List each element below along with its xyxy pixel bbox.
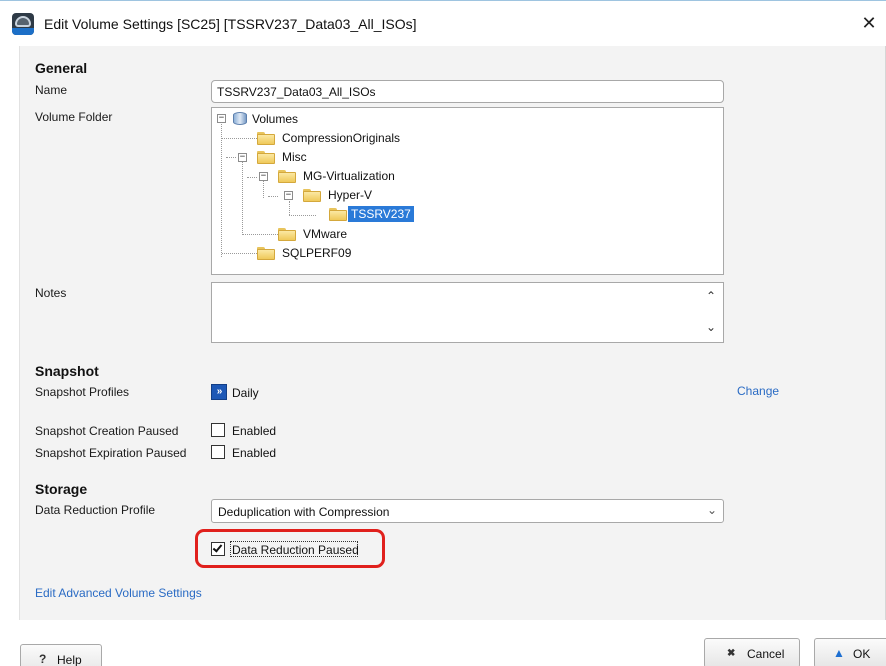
window-title: Edit Volume Settings [SC25] [TSSRV237_Da… bbox=[44, 16, 417, 32]
folder-icon bbox=[257, 132, 275, 145]
cancel-icon: ✖ bbox=[727, 648, 736, 659]
folder-icon bbox=[303, 189, 321, 202]
snapshot-expiration-paused-label: Snapshot Expiration Paused bbox=[35, 446, 187, 460]
change-link[interactable]: Change bbox=[737, 384, 779, 398]
tree-node-compression-originals[interactable]: CompressionOriginals bbox=[282, 130, 400, 146]
title-bar: Edit Volume Settings [SC25] [TSSRV237_Da… bbox=[0, 0, 886, 46]
cancel-button-label: Cancel bbox=[747, 647, 785, 661]
checkmark-icon bbox=[212, 542, 223, 553]
volumes-icon bbox=[231, 111, 249, 126]
snapshot-expiration-paused-checkbox[interactable] bbox=[211, 445, 225, 459]
cancel-button[interactable]: ✖ Cancel bbox=[704, 638, 800, 666]
tree-node-sqlperf09[interactable]: SQLPERF09 bbox=[282, 245, 351, 261]
tree-expander-misc[interactable]: − bbox=[238, 153, 247, 162]
tree-expander-hyper-v[interactable]: − bbox=[284, 191, 293, 200]
snapshot-header: Snapshot bbox=[35, 363, 99, 379]
general-header: General bbox=[35, 60, 88, 76]
data-reduction-paused-label: Data Reduction Paused bbox=[232, 543, 359, 557]
name-label: Name bbox=[35, 83, 68, 97]
help-button[interactable]: ? Help bbox=[20, 644, 102, 666]
help-button-label: Help bbox=[57, 653, 82, 666]
folder-icon bbox=[278, 228, 296, 241]
ok-icon: ▲ bbox=[833, 646, 845, 660]
tree-node-volumes[interactable]: Volumes bbox=[252, 111, 298, 127]
ok-button-label: OK bbox=[853, 647, 871, 661]
snapshot-profiles-label: Snapshot Profiles bbox=[35, 385, 130, 399]
folder-icon bbox=[257, 151, 275, 164]
notes-label: Notes bbox=[35, 286, 67, 300]
folder-icon bbox=[329, 208, 347, 221]
tree-expander-mg-virtualization[interactable]: − bbox=[259, 172, 268, 181]
app-icon bbox=[12, 13, 34, 35]
volume-folder-label: Volume Folder bbox=[35, 110, 113, 124]
notes-textarea[interactable]: ⌃ ⌄ bbox=[211, 282, 724, 343]
ok-button[interactable]: ▲ OK bbox=[814, 638, 886, 666]
tree-node-misc[interactable]: Misc bbox=[282, 149, 307, 165]
data-reduction-profile-value: Deduplication with Compression bbox=[218, 505, 390, 519]
data-reduction-paused-checkbox[interactable] bbox=[211, 542, 225, 556]
data-reduction-profile-label: Data Reduction Profile bbox=[35, 503, 156, 517]
edit-advanced-volume-settings-link[interactable]: Edit Advanced Volume Settings bbox=[35, 586, 202, 600]
name-input[interactable] bbox=[211, 80, 724, 103]
tree-node-vmware[interactable]: VMware bbox=[303, 226, 347, 242]
data-reduction-profile-select[interactable]: Deduplication with Compression ⌄ bbox=[211, 499, 724, 523]
snapshot-profile-value: Daily bbox=[232, 386, 259, 400]
scroll-up-icon[interactable]: ⌃ bbox=[705, 289, 717, 303]
dialog-content: General Name Volume Folder − Volumes Com… bbox=[19, 46, 886, 620]
folder-icon bbox=[278, 170, 296, 183]
folder-icon bbox=[257, 247, 275, 260]
close-icon[interactable]: ✕ bbox=[858, 11, 880, 35]
tree-node-mg-virtualization[interactable]: MG-Virtualization bbox=[303, 168, 395, 184]
snapshot-creation-paused-label: Snapshot Creation Paused bbox=[35, 424, 179, 438]
help-icon: ? bbox=[39, 652, 47, 666]
snapshot-creation-enabled-label: Enabled bbox=[232, 424, 277, 438]
snapshot-profile-icon: » bbox=[211, 384, 227, 400]
scroll-down-icon[interactable]: ⌄ bbox=[705, 320, 717, 334]
volume-folder-tree[interactable]: − Volumes CompressionOriginals − Misc − … bbox=[211, 107, 724, 275]
snapshot-expiration-enabled-label: Enabled bbox=[232, 446, 277, 460]
tree-node-hyper-v[interactable]: Hyper-V bbox=[328, 187, 372, 203]
tree-node-tssrv237[interactable]: TSSRV237 bbox=[348, 206, 414, 222]
chevron-down-icon: ⌄ bbox=[706, 503, 717, 517]
snapshot-creation-paused-checkbox[interactable] bbox=[211, 423, 225, 437]
tree-expander-volumes[interactable]: − bbox=[217, 114, 226, 123]
storage-header: Storage bbox=[35, 481, 88, 497]
